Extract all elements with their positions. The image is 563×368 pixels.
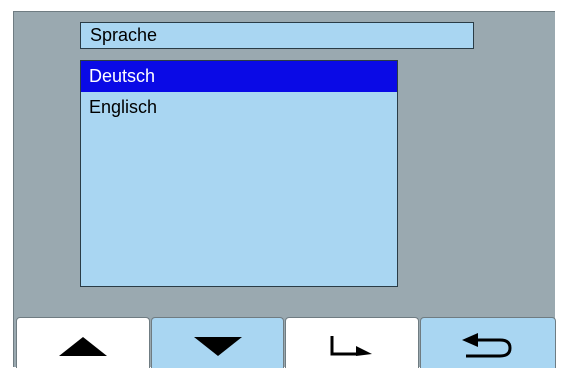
page-title-label: Sprache — [90, 25, 158, 45]
list-item-label: Englisch — [89, 97, 158, 117]
list-item-englisch[interactable]: Englisch — [81, 92, 397, 122]
enter-button[interactable] — [285, 317, 419, 368]
language-list[interactable]: Deutsch Englisch — [80, 60, 398, 287]
scroll-down-button[interactable] — [151, 317, 284, 368]
device-screen: Sprache Deutsch Englisch — [13, 11, 556, 368]
arrow-up-icon — [59, 336, 107, 356]
softkey-bar — [14, 317, 556, 368]
back-button[interactable] — [420, 317, 556, 368]
list-item-deutsch[interactable]: Deutsch — [81, 61, 397, 92]
scroll-up-button[interactable] — [16, 317, 150, 368]
list-item-label: Deutsch — [89, 66, 156, 86]
arrow-down-icon — [193, 336, 242, 356]
page-title: Sprache — [80, 22, 474, 49]
return-back-icon — [462, 333, 512, 358]
enter-icon — [330, 336, 372, 356]
